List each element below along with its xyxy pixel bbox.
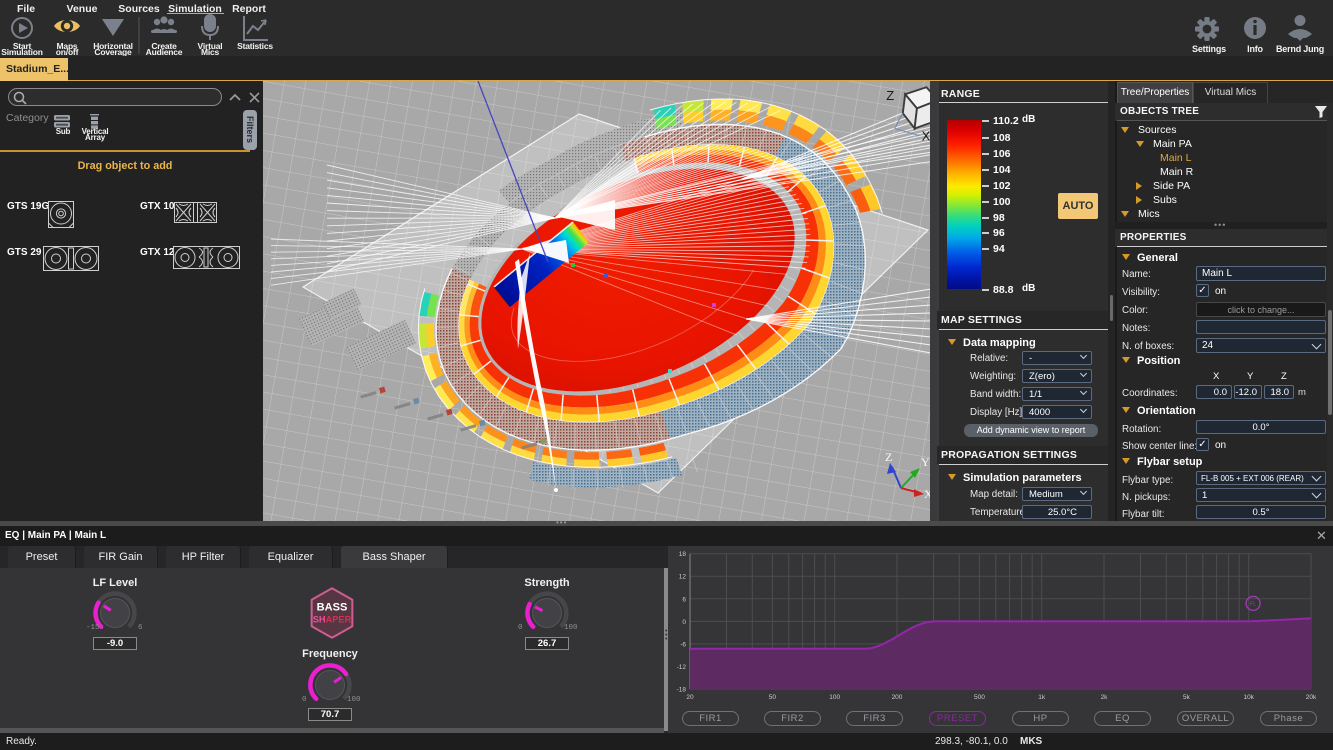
svg-text:SHAPER: SHAPER <box>313 615 352 625</box>
svg-text:6: 6 <box>682 596 686 603</box>
svg-text:-12: -12 <box>677 664 687 671</box>
svg-text:-6: -6 <box>680 641 686 648</box>
svg-text:500: 500 <box>974 694 985 701</box>
svg-text:1k: 1k <box>1038 694 1046 701</box>
svg-text:Y: Y <box>921 455 930 469</box>
svg-text:10k: 10k <box>1243 694 1254 701</box>
svg-text:12: 12 <box>679 574 687 581</box>
svg-text:Z: Z <box>885 450 892 464</box>
svg-text:20: 20 <box>686 694 694 701</box>
svg-text:200: 200 <box>892 694 903 701</box>
svg-text:20k: 20k <box>1306 694 1317 701</box>
svg-text:-18: -18 <box>677 687 687 694</box>
svg-text:5k: 5k <box>1183 694 1191 701</box>
svg-text:2k: 2k <box>1101 694 1109 701</box>
svg-text:50: 50 <box>769 694 777 701</box>
svg-text:BASS: BASS <box>317 601 348 613</box>
svg-text:100: 100 <box>829 694 840 701</box>
svg-text:FL: FL <box>1250 601 1256 607</box>
svg-text:0: 0 <box>682 619 686 626</box>
svg-text:Z: Z <box>886 88 894 103</box>
svg-text:18: 18 <box>679 551 687 558</box>
